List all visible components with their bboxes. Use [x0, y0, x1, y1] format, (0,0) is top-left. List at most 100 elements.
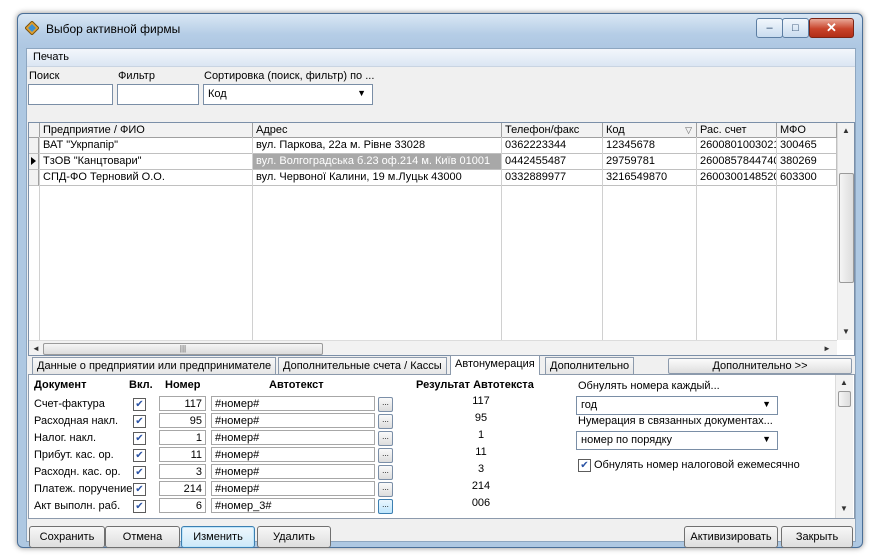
column-header-account[interactable]: Рас. счет [697, 123, 777, 137]
enabled-checkbox[interactable]: ✔ [133, 398, 146, 411]
autotext-browse-button[interactable]: ... [378, 499, 393, 514]
cell-name[interactable]: СПД-ФО Терновий О.О. [40, 170, 253, 186]
cell-mfo[interactable]: 603300 [777, 170, 837, 186]
app-icon [25, 21, 39, 35]
cell-address[interactable]: вул. Волгоградська б.23 оф.214 м. Київ 0… [253, 154, 502, 170]
scroll-up-icon[interactable]: ▲ [842, 126, 850, 135]
doc-name: Платеж. поручение [34, 483, 133, 495]
scroll-down-icon[interactable]: ▼ [840, 504, 848, 513]
linked-numbering-select[interactable]: номер по порядку ▼ [576, 431, 778, 450]
scroll-down-icon[interactable]: ▼ [842, 327, 850, 336]
tab-autonumbering[interactable]: Автонумерация [450, 355, 540, 375]
doc-name: Налог. накл. [34, 432, 97, 444]
table-row-selected[interactable]: ТзОВ "Канцтовари" вул. Волгоградська б.2… [29, 154, 837, 170]
close-button[interactable]: Закрыть [781, 526, 853, 548]
autotext-browse-button[interactable]: ... [378, 431, 393, 446]
number-field[interactable]: 6 [159, 498, 206, 513]
column-header-address[interactable]: Адрес [253, 123, 502, 137]
scroll-left-icon[interactable]: ◄ [32, 344, 40, 353]
edit-button[interactable]: Изменить [181, 526, 255, 548]
table-row[interactable]: СПД-ФО Терновий О.О. вул. Червоної Калин… [29, 170, 837, 186]
enabled-checkbox[interactable]: ✔ [133, 432, 146, 445]
current-row-arrow-icon [31, 157, 36, 165]
number-field[interactable]: 3 [159, 464, 206, 479]
cell-code[interactable]: 3216549870 [603, 170, 697, 186]
cell-address[interactable]: вул. Паркова, 22а м. Рівне 33028 [253, 138, 502, 154]
cell-account[interactable]: 2600300148520 [697, 170, 777, 186]
cell-address[interactable]: вул. Червоної Калини, 19 м.Луцьк 43000 [253, 170, 502, 186]
autotext-field[interactable]: #номер_3# [211, 498, 375, 513]
enabled-checkbox[interactable]: ✔ [133, 466, 146, 479]
grid-vertical-scrollbar[interactable]: ▲ ▼ [837, 123, 854, 340]
autotext-browse-button[interactable]: ... [378, 482, 393, 497]
autotext-field[interactable]: #номер# [211, 481, 375, 496]
number-field[interactable]: 1 [159, 430, 206, 445]
number-field[interactable]: 214 [159, 481, 206, 496]
window-title: Выбор активной фирмы [46, 22, 181, 36]
reset-period-select[interactable]: год ▼ [576, 396, 778, 415]
activate-button[interactable]: Активизировать [684, 526, 778, 548]
autotext-field[interactable]: #номер# [211, 447, 375, 462]
title-bar[interactable]: Выбор активной фирмы – □ ✕ [18, 14, 862, 48]
enabled-checkbox[interactable]: ✔ [133, 483, 146, 496]
cell-code[interactable]: 12345678 [603, 138, 697, 154]
number-field[interactable]: 11 [159, 447, 206, 462]
minimize-button[interactable]: – [756, 18, 783, 38]
cell-phone[interactable]: 0362223344 [502, 138, 603, 154]
enabled-checkbox[interactable]: ✔ [133, 500, 146, 513]
number-field[interactable]: 95 [159, 413, 206, 428]
search-input[interactable] [28, 84, 113, 105]
autotext-browse-button[interactable]: ... [378, 414, 393, 429]
tab-additional[interactable]: Дополнительно [545, 357, 635, 374]
column-header-code[interactable]: Код ▽ [603, 123, 697, 137]
panel-vertical-scrollbar[interactable]: ▲ ▼ [835, 375, 853, 518]
table-row[interactable]: ВАТ "Укрпапір" вул. Паркова, 22а м. Рівн… [29, 138, 837, 154]
autotext-field[interactable]: #номер# [211, 464, 375, 479]
save-button[interactable]: Сохранить [29, 526, 105, 548]
maximize-button[interactable]: □ [782, 18, 809, 38]
filter-input[interactable] [117, 84, 199, 105]
cell-phone[interactable]: 0332889977 [502, 170, 603, 186]
column-header-phone[interactable]: Телефон/факс [502, 123, 603, 137]
cell-account[interactable]: 2600857844740 [697, 154, 777, 170]
autotext-field[interactable]: #номер# [211, 396, 375, 411]
cell-name[interactable]: ВАТ "Укрпапір" [40, 138, 253, 154]
tab-company-data[interactable]: Данные о предприятии или предпринимателе [32, 357, 277, 374]
companies-grid[interactable]: Предприятие / ФИО Адрес Телефон/факс Код… [28, 122, 855, 356]
grid-horizontal-scroll-thumb[interactable]: ||| [43, 343, 323, 355]
grid-vertical-scroll-thumb[interactable] [839, 173, 854, 283]
chevron-down-icon: ▼ [357, 88, 366, 98]
tax-reset-checkbox[interactable]: ✔ [578, 459, 591, 472]
column-header-name[interactable]: Предприятие / ФИО [40, 123, 253, 137]
sort-select[interactable]: Код ▼ [203, 84, 373, 105]
cell-phone[interactable]: 0442455487 [502, 154, 603, 170]
menu-print[interactable]: Печать [33, 51, 69, 63]
enabled-checkbox[interactable]: ✔ [133, 449, 146, 462]
grid-line [252, 137, 253, 340]
autotext-browse-button[interactable]: ... [378, 397, 393, 412]
scroll-right-icon[interactable]: ► [823, 344, 831, 353]
panel-scroll-thumb[interactable] [838, 391, 851, 407]
sort-desc-icon: ▽ [685, 125, 692, 135]
more-button[interactable]: Дополнительно >> [668, 358, 852, 374]
autotext-field[interactable]: #номер# [211, 430, 375, 445]
enabled-checkbox[interactable]: ✔ [133, 415, 146, 428]
cell-code[interactable]: 29759781 [603, 154, 697, 170]
cell-mfo[interactable]: 380269 [777, 154, 837, 170]
close-window-button[interactable]: ✕ [809, 18, 854, 38]
column-header-mfo[interactable]: МФО [777, 123, 837, 137]
cell-account[interactable]: 2600801003021 [697, 138, 777, 154]
grid-horizontal-scrollbar[interactable]: ◄ ||| ► [29, 340, 837, 355]
cancel-button[interactable]: Отмена [105, 526, 180, 548]
autotext-browse-button[interactable]: ... [378, 448, 393, 463]
cell-name[interactable]: ТзОВ "Канцтовари" [40, 154, 253, 170]
number-field[interactable]: 117 [159, 396, 206, 411]
autotext-field[interactable]: #номер# [211, 413, 375, 428]
cell-mfo[interactable]: 300465 [777, 138, 837, 154]
result-value: 117 [472, 395, 490, 407]
delete-button[interactable]: Удалить [257, 526, 331, 548]
autotext-browse-button[interactable]: ... [378, 465, 393, 480]
tab-additional-accounts[interactable]: Дополнительные счета / Кассы [278, 357, 447, 374]
scroll-up-icon[interactable]: ▲ [840, 378, 848, 387]
autonumbering-panel: Документ Вкл. Номер Автотекст Результат … [28, 374, 855, 519]
